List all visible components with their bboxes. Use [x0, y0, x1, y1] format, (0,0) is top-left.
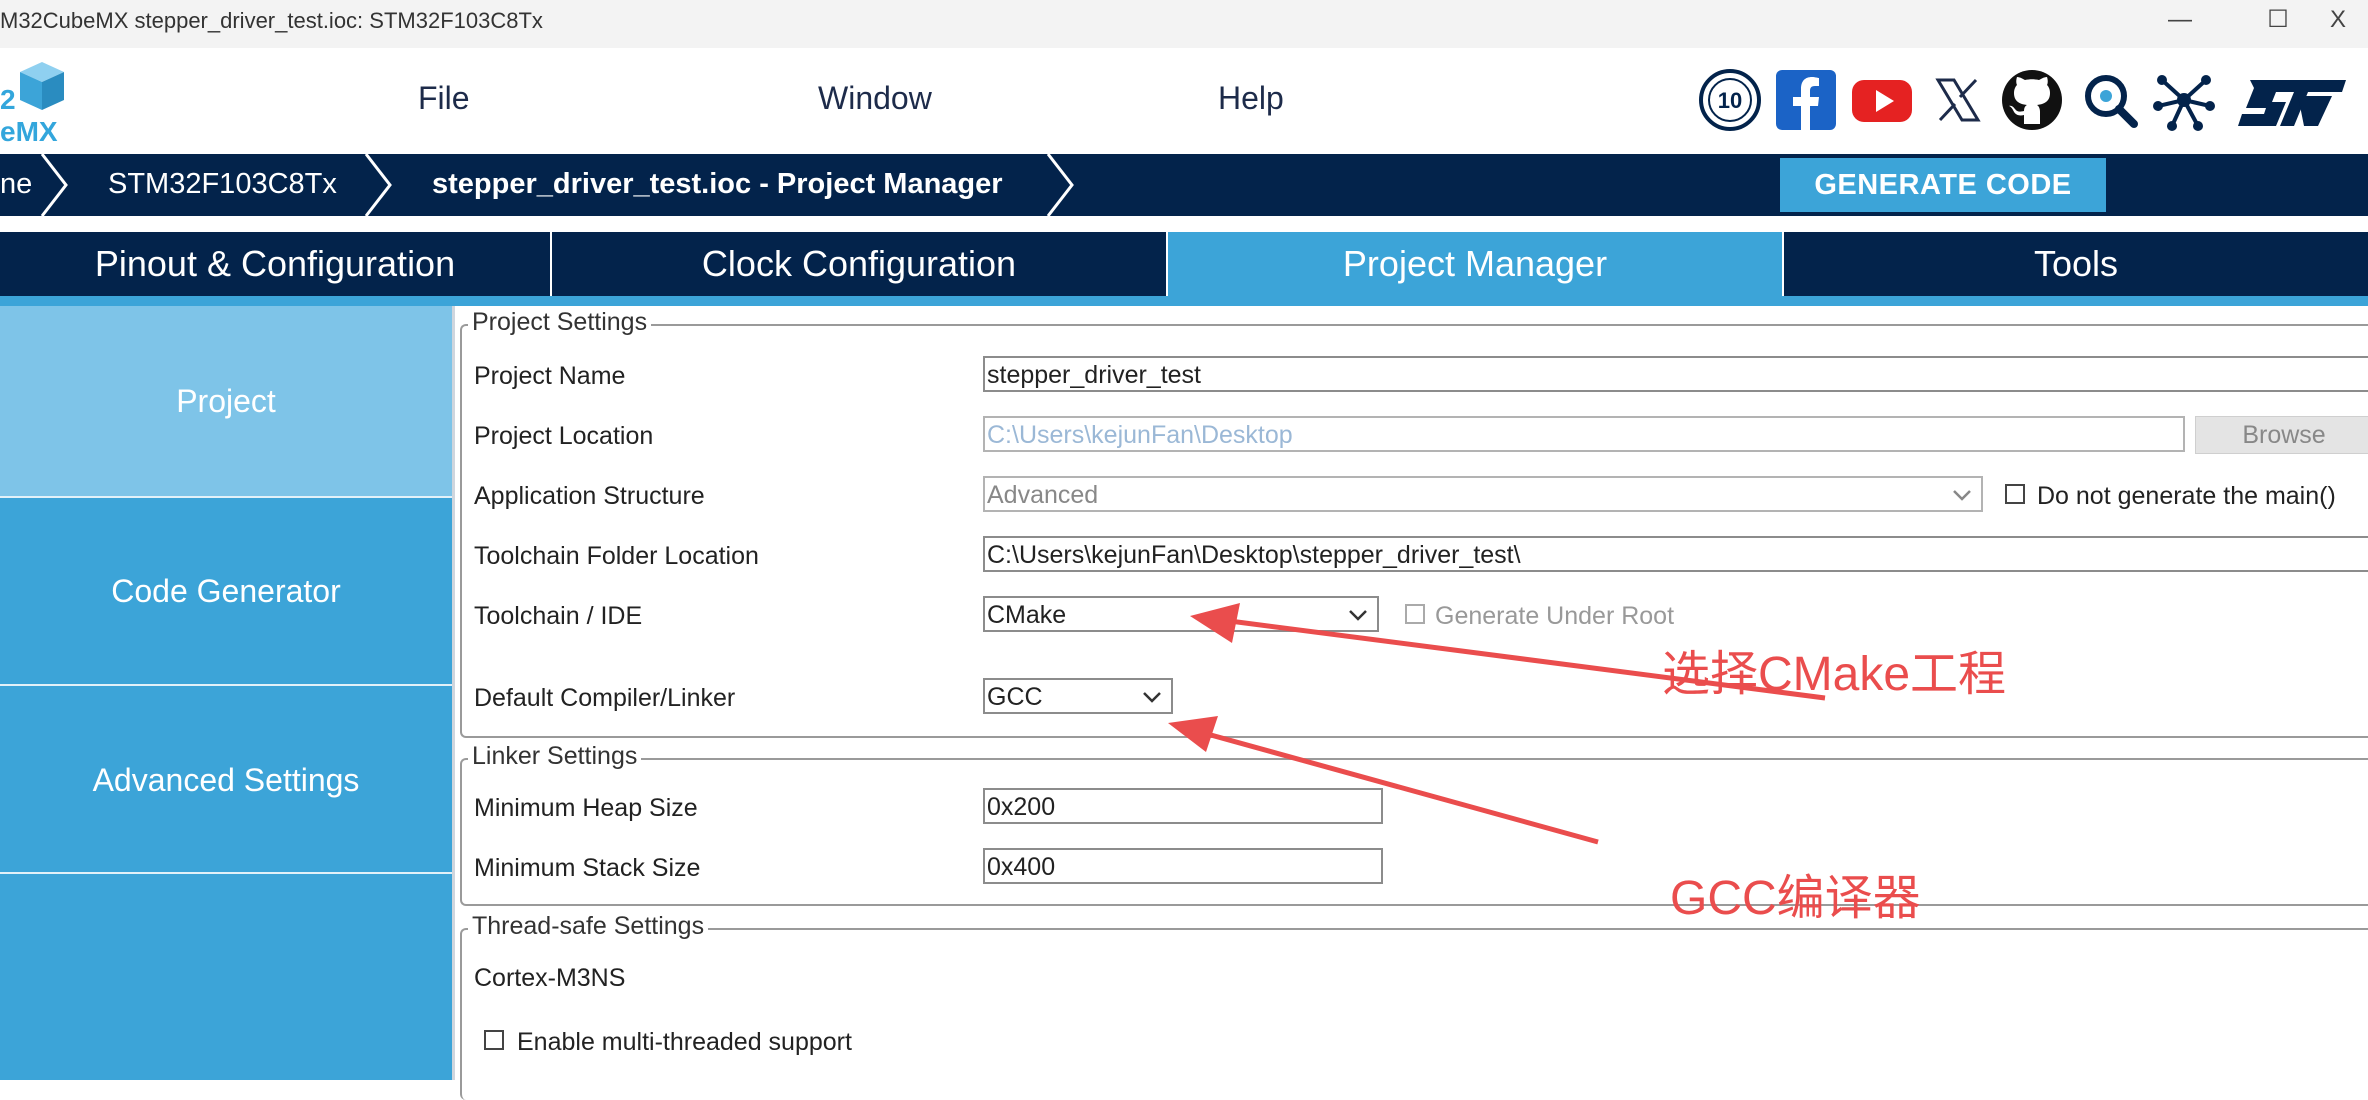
gcc-annotation: GCC编译器 [1670, 872, 1921, 925]
cmake-arrow-head [1190, 603, 1240, 643]
gcc-arrow-head [1168, 716, 1218, 752]
annotation-arrows [1168, 603, 1826, 845]
gcc-arrow-line [1199, 729, 1599, 845]
cmake-annotation: 选择CMake工程 [1662, 648, 2007, 701]
